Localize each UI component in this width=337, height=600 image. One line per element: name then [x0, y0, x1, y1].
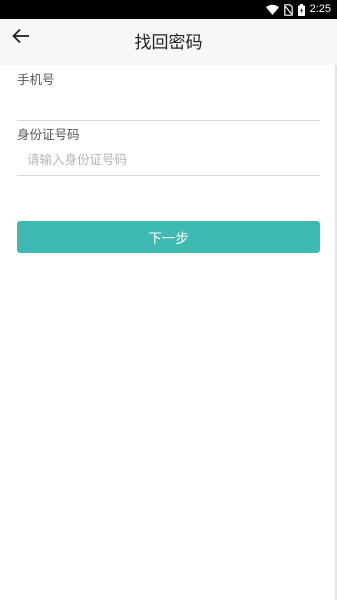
phone-field-group: 手机号 [17, 72, 320, 121]
id-card-input[interactable] [17, 143, 320, 176]
status-icons: 2:25 [265, 2, 331, 17]
phone-label: 手机号 [17, 72, 55, 87]
id-card-label: 身份证号码 [17, 127, 80, 142]
wifi-icon [265, 4, 279, 15]
reset-password-form: 手机号 身份证号码 [17, 65, 320, 176]
next-button[interactable]: 下一步 [17, 221, 320, 253]
status-bar: 2:25 [0, 0, 337, 19]
page-title: 找回密码 [134, 33, 203, 53]
app-bar: 找回密码 [0, 19, 337, 65]
battery-icon [297, 3, 305, 16]
phone-input[interactable] [17, 88, 320, 121]
no-sim-icon [283, 3, 293, 16]
id-card-field-group: 身份证号码 [17, 127, 320, 176]
status-time: 2:25 [309, 3, 331, 15]
